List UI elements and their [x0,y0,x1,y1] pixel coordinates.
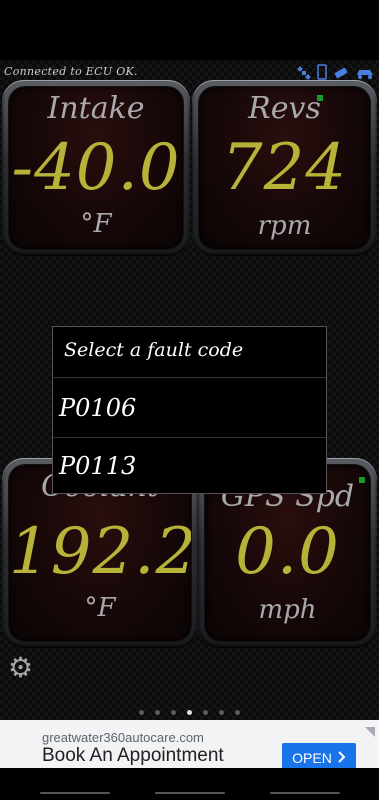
status-led [317,95,323,101]
page-dot[interactable] [203,710,209,715]
page-dot[interactable] [154,710,160,715]
page-indicator [0,700,379,719]
gauge-value: 0.0 [235,515,340,589]
ad-title[interactable]: Book An Appointment [42,745,224,767]
status-led [359,477,365,483]
fault-code-item[interactable]: P0106 [53,379,326,437]
page-dot-active[interactable] [187,710,192,715]
dialog-title: Select a fault code [64,339,244,361]
fault-code-dialog: Select a fault code P0106 P0113 [52,326,327,494]
page-dot[interactable] [219,710,225,715]
gauge-label: Intake [47,91,145,126]
page-dot[interactable] [170,710,176,715]
fault-code-item[interactable]: P0113 [53,437,326,495]
nav-recents[interactable] [270,792,340,794]
ad-button-label: OPEN [292,750,332,766]
page-dot[interactable] [235,710,241,715]
nav-home[interactable] [155,792,225,794]
gauge-unit: rpm [257,211,312,241]
divider [53,377,326,378]
ad-info-icon[interactable] [365,722,375,737]
gauge-unit: °F [80,209,112,239]
system-nav-bar [0,768,379,800]
gauge-value: -40.0 [11,131,181,205]
system-status-bar [0,0,379,60]
gauge-unit: mph [258,595,317,625]
gauge-value: 192.2 [9,515,191,589]
gauge-revs[interactable]: Revs 724 rpm [192,80,377,256]
gauge-value: 724 [221,131,348,205]
gauge-intake[interactable]: Intake -40.0 °F [2,80,190,256]
ad-banner[interactable]: greatwater360autocare.com Book An Appoin… [0,720,379,773]
chevron-right-icon [338,750,346,766]
ad-url: greatwater360autocare.com [42,730,204,745]
gauge-revs-face: Revs 724 rpm [199,87,370,249]
gauge-unit: °F [84,593,116,623]
settings-gear-icon[interactable]: ⚙ [8,654,33,682]
gauge-intake-face: Intake -40.0 °F [9,87,183,249]
gauge-label: Revs [248,91,321,126]
page-dot[interactable] [138,710,144,715]
connection-status: Connected to ECU OK. [4,65,138,78]
nav-back[interactable] [40,792,110,794]
